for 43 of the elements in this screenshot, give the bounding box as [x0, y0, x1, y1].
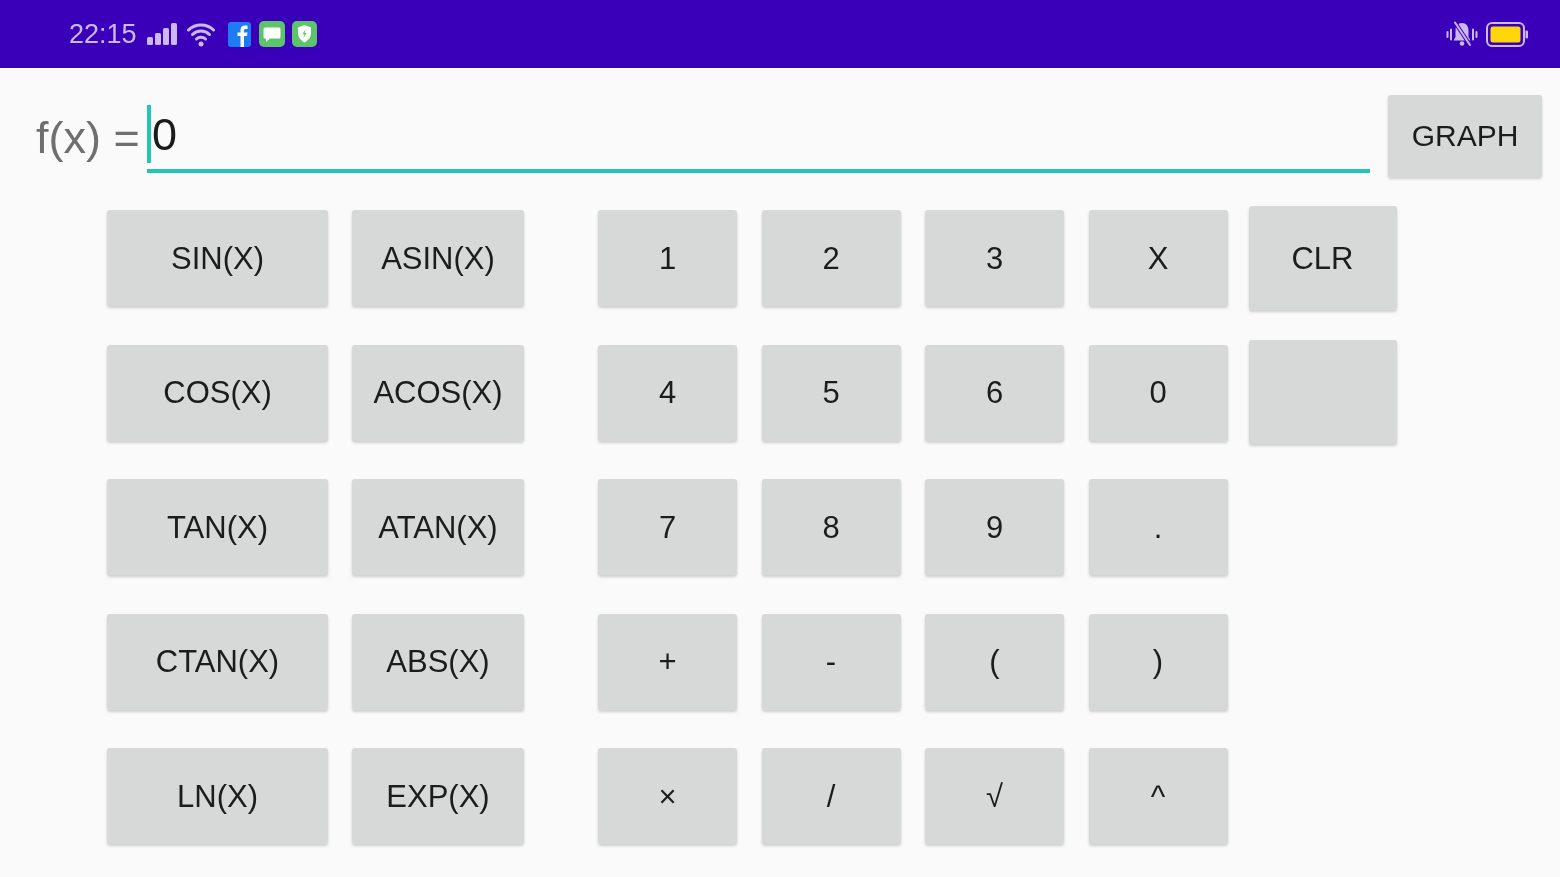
keypad-key[interactable]: 9 — [925, 479, 1064, 575]
function-key[interactable]: ATAN(X) — [352, 479, 524, 575]
function-key[interactable]: CTAN(X) — [107, 613, 328, 710]
chat-bubble-icon — [258, 21, 285, 47]
function-label: f(x) = — [36, 115, 141, 160]
keypad-key[interactable]: + — [598, 613, 737, 710]
keypad-key[interactable]: 4 — [598, 344, 737, 441]
keypad-key[interactable]: 3 — [925, 210, 1064, 306]
battery-icon — [1486, 21, 1528, 47]
signal-icon — [146, 23, 177, 45]
keypad-key[interactable]: CLR — [1248, 206, 1397, 310]
keypad-key[interactable]: 0 — [1088, 344, 1228, 441]
graph-button[interactable]: GRAPH — [1388, 95, 1542, 177]
keypad-key[interactable]: 2 — [761, 210, 901, 306]
muted-bell-icon — [1446, 20, 1478, 48]
blank-button[interactable] — [1248, 340, 1397, 444]
keypad-key[interactable]: 6 — [925, 344, 1064, 441]
f-logo-icon — [227, 21, 251, 47]
keypad-key[interactable]: 7 — [598, 479, 737, 575]
keypad-key[interactable]: . — [1088, 479, 1228, 575]
keypad-key[interactable]: - — [761, 613, 901, 710]
function-key[interactable]: ABS(X) — [352, 613, 524, 710]
keypad-key[interactable]: 5 — [761, 344, 901, 441]
function-key[interactable]: TAN(X) — [107, 479, 328, 575]
function-key[interactable]: SIN(X) — [107, 210, 328, 306]
function-key[interactable]: EXP(X) — [352, 748, 524, 844]
keypad-key[interactable]: ^ — [1088, 748, 1228, 844]
keypad-key[interactable]: 1 — [598, 210, 737, 306]
keypad-key[interactable]: × — [598, 748, 737, 844]
keypad-key[interactable]: / — [761, 748, 901, 844]
keypad-key[interactable]: ) — [1088, 613, 1228, 710]
wifi-icon — [186, 21, 215, 47]
keypad-key[interactable]: √ — [925, 748, 1064, 844]
expression-input[interactable]: 0 — [147, 95, 1370, 173]
clock-time: 22:15 — [69, 20, 137, 48]
function-key[interactable]: ACOS(X) — [352, 344, 524, 441]
function-key[interactable]: ASIN(X) — [352, 210, 524, 306]
keypad-key[interactable]: 8 — [761, 479, 901, 575]
function-key[interactable]: COS(X) — [107, 344, 328, 441]
keypad-key[interactable]: ( — [925, 613, 1064, 710]
shield-icon — [291, 21, 317, 47]
function-key[interactable]: LN(X) — [107, 748, 328, 844]
keypad-key[interactable]: X — [1088, 210, 1228, 306]
